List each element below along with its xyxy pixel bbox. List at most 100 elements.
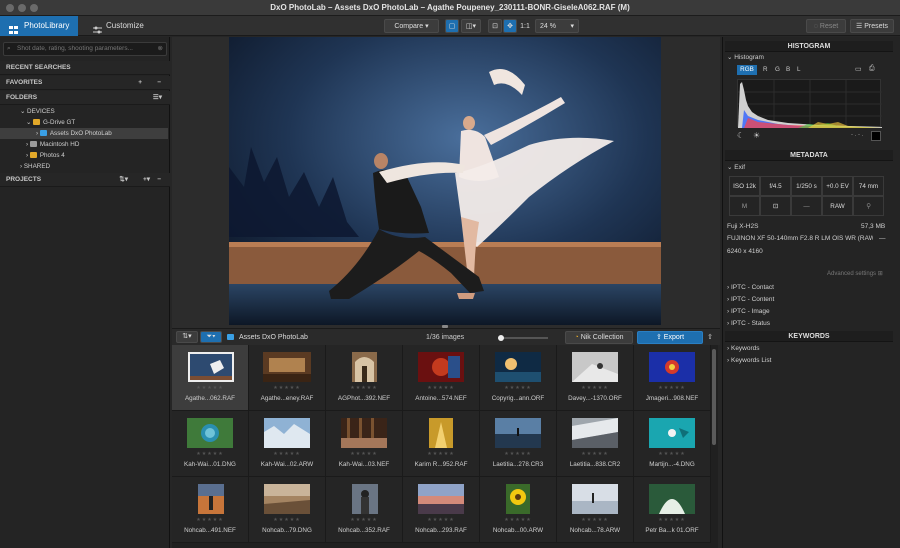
channel-g-button[interactable]: G: [775, 65, 780, 75]
close-window-button[interactable]: [6, 4, 14, 12]
folder-options-icon[interactable]: ☰▾: [153, 91, 162, 105]
photos4-item[interactable]: › Photos 4: [0, 150, 170, 161]
rating-stars[interactable]: ★★★★★: [403, 517, 479, 523]
thumbnail-image[interactable]: [649, 352, 695, 382]
keywords-header[interactable]: KEYWORDS: [725, 331, 893, 342]
compare-button[interactable]: Compare ▾: [384, 19, 439, 33]
print-proof-icon[interactable]: ⎙: [869, 65, 875, 73]
channel-b-button[interactable]: B: [786, 65, 790, 75]
rating-stars[interactable]: ★★★★★: [557, 451, 633, 457]
thumbnail-item[interactable]: ★★★★★ Laetitia...278.CR3: [480, 411, 557, 477]
shadow-clipping-icon[interactable]: ☾: [737, 131, 744, 140]
monitor-icon[interactable]: ▭: [855, 65, 862, 73]
rating-stars[interactable]: ★★★★★: [480, 517, 556, 523]
thumbnail-item[interactable]: ★★★★★ AGPhot...392.NEF: [326, 345, 403, 411]
add-project-icon[interactable]: +▾: [143, 173, 150, 187]
move-tool-button[interactable]: ✥: [503, 19, 517, 33]
tab-customize[interactable]: Customize: [82, 16, 158, 36]
thumbnail-item[interactable]: ★★★★★ Laetitia...838.CR2: [557, 411, 634, 477]
filter-button[interactable]: ⏷▾: [200, 331, 222, 343]
drive-item[interactable]: ⌄ G-Drive GT: [0, 117, 170, 128]
thumbnail-image[interactable]: [418, 352, 464, 382]
slider-knob[interactable]: [498, 335, 504, 341]
rating-stars[interactable]: ★★★★★: [326, 385, 402, 391]
reset-button[interactable]: ◌ Reset: [806, 19, 846, 33]
histogram-header[interactable]: HISTOGRAM: [725, 41, 893, 52]
search-input[interactable]: ⌕ Shot date, rating, shooting parameters…: [3, 42, 167, 56]
rating-stars[interactable]: ★★★★★: [403, 385, 479, 391]
iptc-image-toggle[interactable]: › IPTC - Image: [727, 306, 770, 317]
thumbnail-image[interactable]: [418, 484, 464, 514]
thumbnail-item[interactable]: ★★★★★ Jmageri...908.NEF: [634, 345, 711, 411]
share-button[interactable]: ⇧: [704, 331, 716, 344]
thumbnail-image[interactable]: [264, 418, 310, 448]
rating-stars[interactable]: ★★★★★: [326, 517, 402, 523]
export-button[interactable]: ⇪ Export: [637, 331, 703, 344]
folders-section[interactable]: FOLDERS ☰▾: [0, 91, 170, 105]
devices-group[interactable]: ⌄ DEVICES: [0, 106, 170, 117]
keywords-list-toggle[interactable]: › Keywords List: [727, 355, 771, 366]
thumbnail-image[interactable]: [649, 418, 695, 448]
grid-scrollbar[interactable]: [712, 349, 716, 445]
thumbnail-image[interactable]: [429, 418, 453, 448]
thumbnail-item[interactable]: ★★★★★ Agathe...eney.RAF: [249, 345, 326, 411]
thumbnail-item[interactable]: ★★★★★ Copyrig...ann.ORF: [480, 345, 557, 411]
rating-stars[interactable]: ★★★★★: [403, 451, 479, 457]
channel-r-button[interactable]: R: [763, 65, 768, 75]
thumbnail-item[interactable]: ★★★★★ Agathe...062.RAF: [172, 345, 249, 411]
rating-stars[interactable]: ★★★★★: [172, 451, 248, 457]
thumbnail-item[interactable]: ★★★★★ Antoine...574.NEF: [403, 345, 480, 411]
thumbnail-size-slider[interactable]: [498, 335, 548, 341]
rating-stars[interactable]: ★★★★★: [249, 451, 325, 457]
thumbnail-image[interactable]: [495, 352, 541, 382]
thumbnail-image[interactable]: [495, 418, 541, 448]
exif-toggle[interactable]: ⌄ Exif: [727, 162, 745, 173]
add-favorite-icon[interactable]: +: [138, 76, 142, 90]
rating-stars[interactable]: ★★★★★: [172, 517, 248, 523]
thumbnail-image[interactable]: [572, 484, 618, 514]
iptc-contact-toggle[interactable]: › IPTC - Contact: [727, 282, 774, 293]
thumbnail-item[interactable]: ★★★★★ Petr Ba...k 01.ORF: [634, 477, 711, 543]
thumbnail-item[interactable]: ★★★★★ Kah-Wai...02.ARW: [249, 411, 326, 477]
thumbnail-image[interactable]: [506, 484, 530, 514]
thumbnail-item[interactable]: ★★★★★ Nohcab...491.NEF: [172, 477, 249, 543]
histogram-toggle[interactable]: ⌄ Histogram: [727, 52, 764, 63]
sort-icon[interactable]: ⇅▾: [119, 173, 128, 187]
rating-stars[interactable]: ★★★★★: [634, 385, 710, 391]
thumbnail-image[interactable]: [572, 418, 618, 448]
rating-stars[interactable]: ★★★★★: [634, 451, 710, 457]
image-viewer[interactable]: [172, 37, 720, 328]
rating-stars[interactable]: ★★★★★: [249, 517, 325, 523]
highlight-clipping-icon[interactable]: ☀: [753, 131, 760, 140]
thumbnail-item[interactable]: ★★★★★ Nohcab...352.RAF: [326, 477, 403, 543]
one-to-one-button[interactable]: 1:1: [518, 19, 532, 33]
thumbnail-item[interactable]: ★★★★★ Nohcab...78.ARW: [557, 477, 634, 543]
iptc-status-toggle[interactable]: › IPTC - Status: [727, 318, 770, 329]
zoom-select[interactable]: 24 % ▾: [535, 19, 579, 33]
thumbnail-image[interactable]: [188, 352, 234, 382]
rating-stars[interactable]: ★★★★★: [249, 385, 325, 391]
advanced-settings-link[interactable]: Advanced settings ⊞: [827, 269, 883, 280]
thumbnail-image[interactable]: [649, 484, 695, 514]
thumbnail-item[interactable]: ★★★★★ Davey...-1370.ORF: [557, 345, 634, 411]
minimize-window-button[interactable]: [18, 4, 26, 12]
metadata-header[interactable]: METADATA: [725, 150, 893, 161]
macintosh-item[interactable]: › Macintosh HD: [0, 139, 170, 150]
channel-rgb-button[interactable]: RGB: [737, 65, 757, 75]
rating-stars[interactable]: ★★★★★: [326, 451, 402, 457]
rating-stars[interactable]: ★★★★★: [634, 517, 710, 523]
keywords-toggle[interactable]: › Keywords: [727, 343, 760, 354]
tab-photolibrary[interactable]: PhotoLibrary: [0, 16, 78, 36]
rating-stars[interactable]: ★★★★★: [480, 451, 556, 457]
remove-project-icon[interactable]: −: [157, 173, 161, 187]
rating-stars[interactable]: ★★★★★: [557, 385, 633, 391]
rating-stars[interactable]: ★★★★★: [172, 385, 248, 391]
thumbnail-image[interactable]: [198, 484, 224, 514]
thumbnail-item[interactable]: ★★★★★ Nohcab...00.ARW: [480, 477, 557, 543]
projects-section[interactable]: PROJECTS ⇅▾ +▾ −: [0, 173, 170, 187]
thumbnail-image[interactable]: [572, 352, 618, 382]
nik-collection-button[interactable]: ◔ Nik Collection: [565, 331, 633, 344]
remove-favorite-icon[interactable]: −: [157, 76, 161, 90]
thumbnail-image[interactable]: [352, 352, 377, 382]
thumbnail-item[interactable]: ★★★★★ Kah-Wai...01.DNG: [172, 411, 249, 477]
